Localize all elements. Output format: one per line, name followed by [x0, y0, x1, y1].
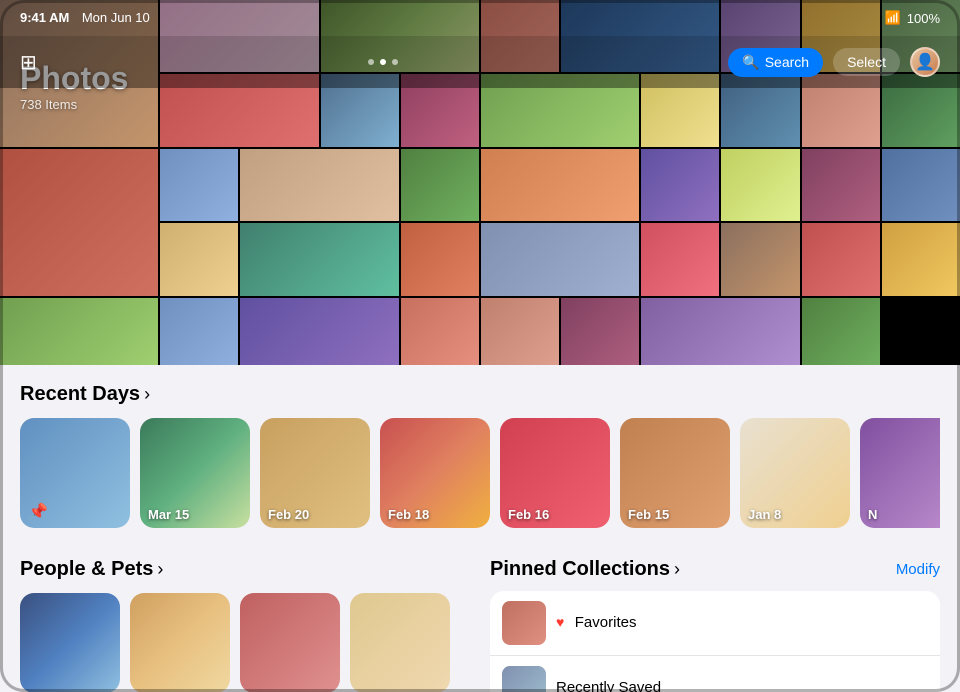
photo-cell[interactable]: [401, 223, 479, 295]
sidebar-toggle-icon[interactable]: ⊞: [20, 50, 37, 75]
people-scroll[interactable]: [20, 593, 470, 692]
day-card-recent[interactable]: 📌: [20, 418, 130, 528]
dot-3: [392, 59, 398, 65]
photo-cell[interactable]: [160, 298, 238, 370]
photo-cell[interactable]: [721, 149, 799, 221]
pin-icon: 📌: [28, 502, 48, 522]
favorites-heart-icon: ♥: [556, 614, 564, 630]
search-label: Search: [765, 54, 809, 70]
two-col-section: People & Pets › Pinned Collections › Mod…: [0, 540, 960, 692]
photo-cell[interactable]: [641, 149, 719, 221]
toolbar-left: ⊞: [20, 50, 37, 75]
select-button[interactable]: Select: [833, 48, 900, 76]
people-pets-arrow[interactable]: ›: [157, 559, 163, 580]
photo-cell[interactable]: [882, 223, 960, 295]
pinned-item-recently-saved[interactable]: Recently Saved: [490, 655, 940, 692]
pinned-collections-title: Pinned Collections: [490, 558, 670, 581]
day-label-feb16: Feb 16: [508, 507, 549, 522]
photo-cell[interactable]: [481, 149, 639, 221]
day-label-mar15: Mar 15: [148, 507, 189, 522]
pinned-collections-arrow[interactable]: ›: [674, 559, 680, 580]
toolbar-right: 🔍 Search Select 👤: [728, 47, 940, 77]
toolbar: ⊞ 🔍 Search Select 👤: [0, 36, 960, 88]
dot-2: [380, 59, 386, 65]
day-label-feb15: Feb 15: [628, 507, 669, 522]
status-date: Mon Jun 10: [82, 10, 150, 25]
photos-count: 738 Items: [20, 97, 128, 112]
day-card-next[interactable]: N: [860, 418, 940, 528]
photo-cell[interactable]: [481, 223, 639, 295]
person-card-1[interactable]: [20, 593, 120, 692]
photo-cell[interactable]: [721, 223, 799, 295]
day-label-next: N: [868, 507, 877, 522]
pinned-collections-header: Pinned Collections › Modify: [490, 558, 940, 581]
pinned-list: ♥ Favorites Recently Saved: [490, 591, 940, 692]
recent-days-arrow[interactable]: ›: [144, 384, 150, 405]
pinned-info-favorites: ♥ Favorites: [556, 614, 928, 632]
person-card-4[interactable]: [350, 593, 450, 692]
status-bar: 9:41 AM Mon Jun 10 📶 100%: [0, 0, 960, 36]
status-time: 9:41 AM: [20, 10, 69, 25]
photo-cell[interactable]: [240, 298, 398, 370]
photo-cell[interactable]: [0, 298, 158, 370]
wifi-icon: 📶: [885, 10, 901, 26]
photo-cell[interactable]: [240, 223, 398, 295]
day-card-jan8[interactable]: Jan 8: [740, 418, 850, 528]
dot-1: [368, 59, 374, 65]
photo-cell[interactable]: [802, 223, 880, 295]
photo-cell[interactable]: [401, 298, 479, 370]
modify-button[interactable]: Modify: [896, 561, 940, 578]
day-card-feb18[interactable]: Feb 18: [380, 418, 490, 528]
recent-days-scroll[interactable]: 📌 Mar 15 Feb 20 Feb 18 Feb 16 Feb 15: [20, 418, 940, 534]
pinned-thumb-favorites: [502, 601, 546, 645]
people-pets-title: People & Pets: [20, 558, 153, 581]
photo-cell[interactable]: [882, 149, 960, 221]
bottom-area: Recent Days › 📌 Mar 15 Feb 20 Feb 18 Feb…: [0, 365, 960, 692]
photo-cell[interactable]: [481, 298, 559, 370]
day-label-feb20: Feb 20: [268, 507, 309, 522]
pinned-name-favorites: Favorites: [575, 614, 637, 631]
photo-cell[interactable]: [0, 149, 158, 296]
recent-days-header: Recent Days ›: [20, 383, 940, 406]
people-pets-header: People & Pets ›: [20, 558, 470, 581]
day-label-feb18: Feb 18: [388, 507, 429, 522]
day-card-mar15[interactable]: Mar 15: [140, 418, 250, 528]
photo-cell[interactable]: [641, 298, 799, 370]
person-card-2[interactable]: [130, 593, 230, 692]
pinned-collections-col: Pinned Collections › Modify ♥ Favorites …: [480, 540, 960, 692]
photo-cell[interactable]: [401, 149, 479, 221]
pinned-item-favorites[interactable]: ♥ Favorites: [490, 591, 940, 655]
avatar[interactable]: 👤: [910, 47, 940, 77]
day-card-feb16[interactable]: Feb 16: [500, 418, 610, 528]
recent-days-title: Recent Days: [20, 383, 140, 406]
battery-icon: 100%: [907, 11, 940, 26]
toolbar-dots: [368, 59, 398, 65]
pinned-thumb-recently-saved: [502, 666, 546, 692]
photo-cell[interactable]: [561, 298, 639, 370]
photo-cell[interactable]: [802, 298, 880, 370]
person-card-3[interactable]: [240, 593, 340, 692]
recent-days-section: Recent Days › 📌 Mar 15 Feb 20 Feb 18 Feb…: [0, 365, 960, 540]
status-time-date: 9:41 AM Mon Jun 10: [20, 9, 150, 27]
search-button[interactable]: 🔍 Search: [728, 48, 823, 77]
photo-cell[interactable]: [160, 223, 238, 295]
people-pets-col: People & Pets ›: [0, 540, 480, 692]
photo-cell[interactable]: [240, 149, 398, 221]
photo-cell[interactable]: [802, 149, 880, 221]
day-label-jan8: Jan 8: [748, 507, 781, 522]
photo-cell[interactable]: [160, 149, 238, 221]
status-indicators: 📶 100%: [885, 10, 940, 26]
search-icon: 🔍: [742, 54, 759, 71]
pinned-name-recently-saved: Recently Saved: [556, 679, 661, 692]
pinned-info-recently-saved: Recently Saved: [556, 679, 928, 692]
photo-cell[interactable]: [641, 223, 719, 295]
day-card-feb15[interactable]: Feb 15: [620, 418, 730, 528]
day-card-feb20[interactable]: Feb 20: [260, 418, 370, 528]
